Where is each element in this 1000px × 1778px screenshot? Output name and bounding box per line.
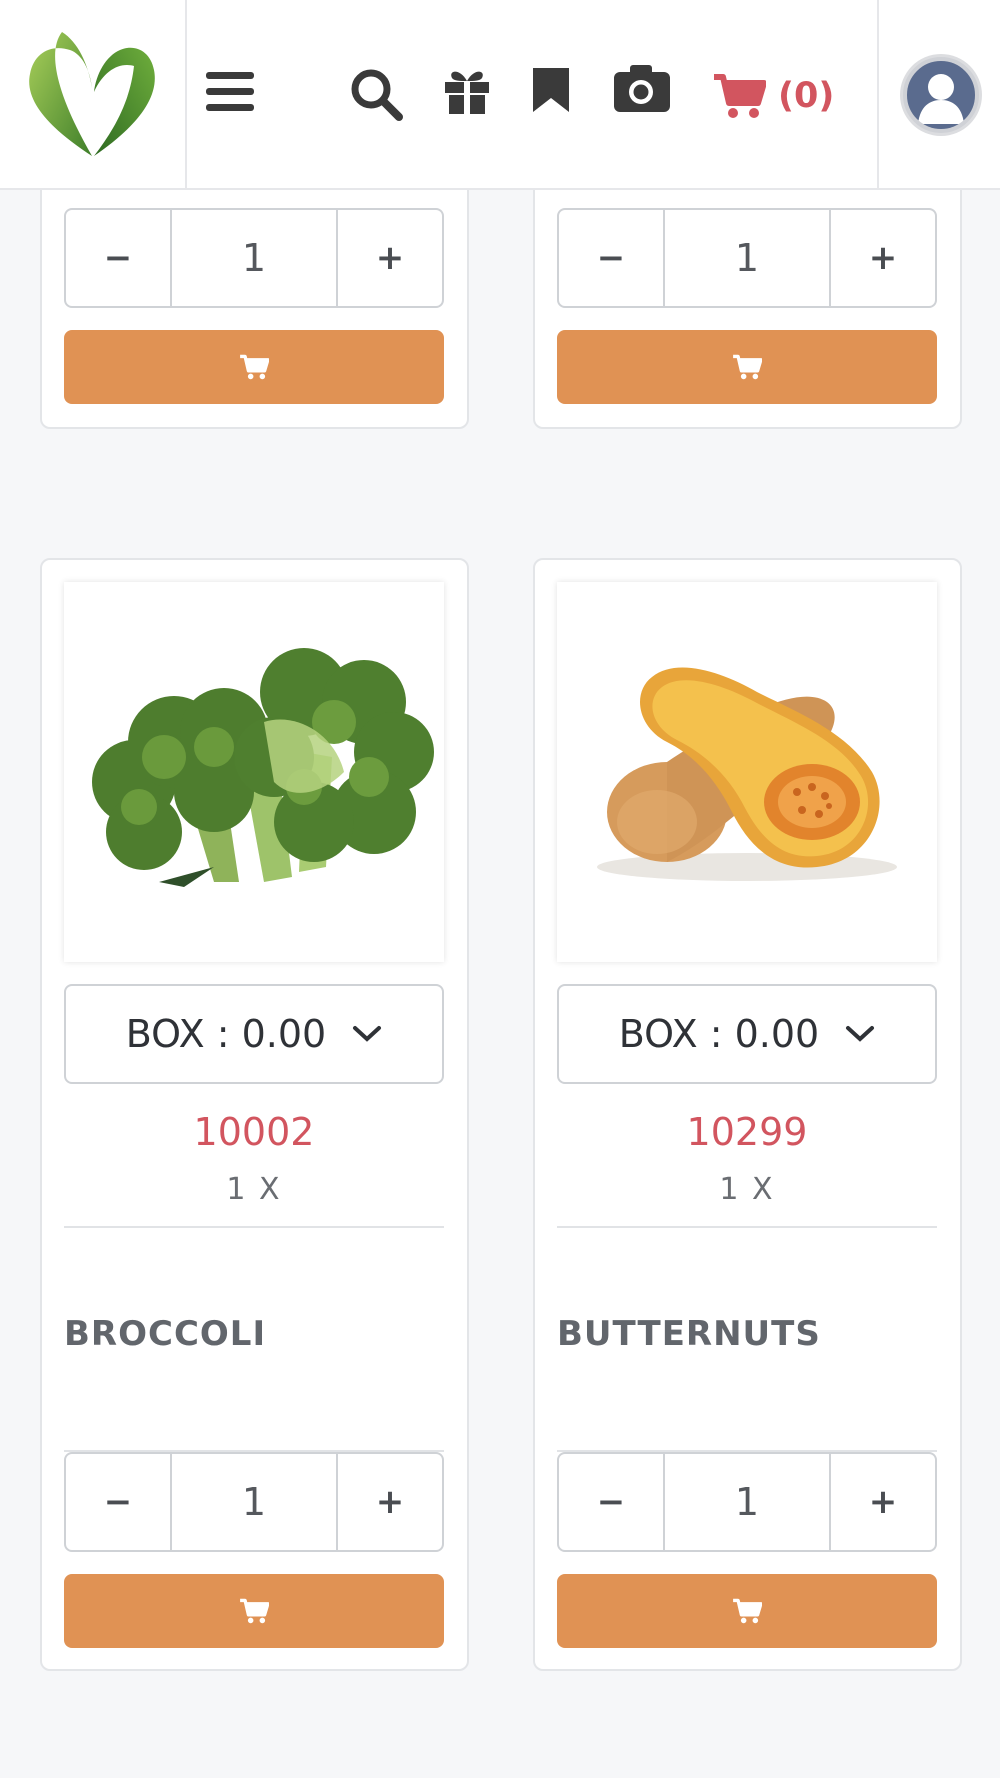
divider <box>557 1226 937 1228</box>
product-card-top-left: − 1 + <box>40 150 469 429</box>
user-avatar-icon <box>903 57 979 133</box>
quantity-stepper: − 1 + <box>557 1452 937 1552</box>
add-to-cart-button[interactable] <box>64 330 444 404</box>
chevron-down-icon <box>846 1026 875 1042</box>
unit-select[interactable]: BOX : 0.00 <box>64 984 444 1084</box>
cart-icon <box>240 1598 269 1624</box>
increase-button[interactable]: + <box>338 1454 442 1550</box>
unit-select-value: BOX : 0.00 <box>618 1012 820 1056</box>
product-card-butternuts: BOX : 0.00 10299 1 X BUTTERNUTS − 1 + <box>533 558 962 1671</box>
product-name: BUTTERNUTS <box>557 1314 821 1354</box>
product-image-butternuts[interactable] <box>557 582 937 962</box>
menu-button[interactable] <box>206 72 254 112</box>
chevron-down-icon <box>353 1026 382 1042</box>
cart-button[interactable]: (0) <box>712 66 834 126</box>
broccoli-image <box>92 648 434 887</box>
butternut-image <box>597 667 897 881</box>
product-image-broccoli[interactable] <box>64 582 444 962</box>
add-to-cart-button[interactable] <box>557 1574 937 1648</box>
product-card-broccoli: BOX : 0.00 10002 1 X BROCCOLI − 1 + <box>40 558 469 1671</box>
product-multiplier: 1 X <box>719 1172 775 1207</box>
product-card-top-right: − 1 + <box>533 150 962 429</box>
decrease-button[interactable]: − <box>66 210 170 306</box>
unit-select-value: BOX : 0.00 <box>125 1012 327 1056</box>
product-code: 10002 <box>193 1110 315 1154</box>
gift-button[interactable] <box>442 66 492 120</box>
quantity-stepper: − 1 + <box>64 1452 444 1552</box>
increase-button[interactable]: + <box>831 1454 935 1550</box>
quantity-stepper: − 1 + <box>557 208 937 308</box>
camera-icon <box>614 65 670 112</box>
top-header: (0) <box>0 0 1000 190</box>
header-divider <box>877 0 879 188</box>
camera-button[interactable] <box>612 62 672 118</box>
bookmark-button[interactable] <box>531 66 571 118</box>
logo[interactable] <box>0 0 187 188</box>
product-name: BROCCOLI <box>64 1314 267 1354</box>
increase-button[interactable]: + <box>831 210 935 306</box>
increase-button[interactable]: + <box>338 210 442 306</box>
divider <box>64 1226 444 1228</box>
quantity-stepper: − 1 + <box>64 208 444 308</box>
gift-icon <box>445 71 489 114</box>
add-to-cart-button[interactable] <box>557 330 937 404</box>
cart-icon <box>733 354 762 380</box>
bookmark-icon <box>533 68 569 112</box>
decrease-button[interactable]: − <box>559 1454 663 1550</box>
quantity-input[interactable]: 1 <box>663 1454 831 1550</box>
decrease-button[interactable]: − <box>66 1454 170 1550</box>
cart-count: (0) <box>778 76 835 116</box>
unit-select[interactable]: BOX : 0.00 <box>557 984 937 1084</box>
decrease-button[interactable]: − <box>559 210 663 306</box>
search-button[interactable] <box>348 66 404 126</box>
cart-icon <box>714 74 766 118</box>
logo-icon <box>29 32 155 156</box>
quantity-input[interactable]: 1 <box>663 210 831 306</box>
menu-icon <box>206 72 254 79</box>
cart-icon <box>240 354 269 380</box>
product-multiplier: 1 X <box>226 1172 282 1207</box>
quantity-input[interactable]: 1 <box>170 210 338 306</box>
search-icon <box>351 69 403 121</box>
user-avatar[interactable] <box>900 54 982 136</box>
cart-icon <box>733 1598 762 1624</box>
quantity-input[interactable]: 1 <box>170 1454 338 1550</box>
product-code: 10299 <box>686 1110 808 1154</box>
add-to-cart-button[interactable] <box>64 1574 444 1648</box>
